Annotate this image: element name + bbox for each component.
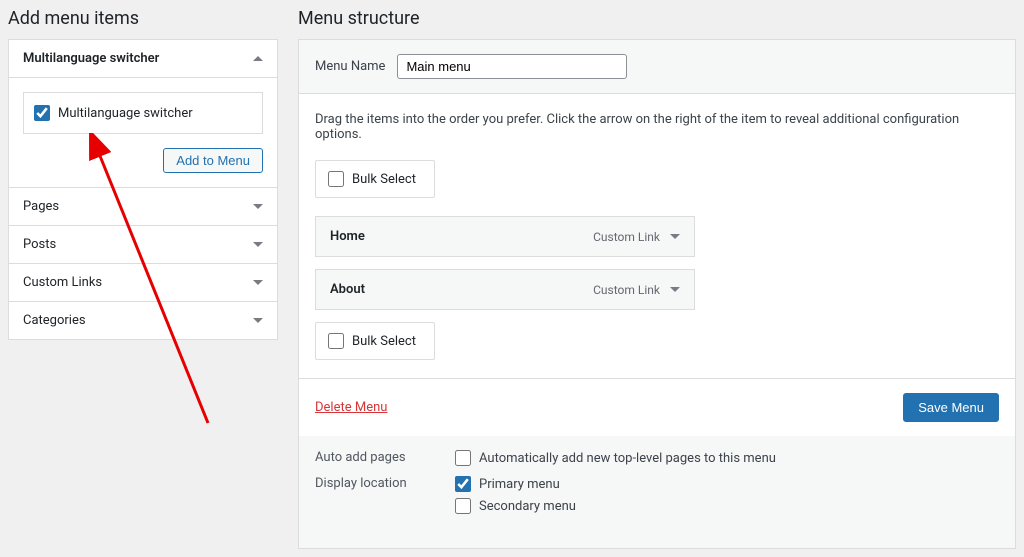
bulk-select-label: Bulk Select bbox=[352, 172, 416, 187]
location-primary[interactable]: Primary menu bbox=[455, 476, 576, 492]
menu-name-input[interactable] bbox=[397, 54, 627, 79]
accordion-custom-links[interactable]: Custom Links bbox=[9, 263, 277, 301]
menu-body: Drag the items into the order you prefer… bbox=[299, 94, 1015, 378]
accordion-title: Posts bbox=[23, 237, 56, 252]
menu-item-about[interactable]: About Custom Link bbox=[315, 269, 695, 310]
menu-header: Menu Name bbox=[299, 40, 1015, 94]
chevron-down-icon[interactable] bbox=[670, 287, 680, 292]
accordion-pages[interactable]: Pages bbox=[9, 187, 277, 225]
menu-item-type: Custom Link bbox=[593, 230, 680, 244]
multilanguage-switcher-checkbox[interactable] bbox=[34, 105, 50, 121]
accordion-title: Multilanguage switcher bbox=[23, 51, 159, 66]
menu-item-label: Home bbox=[330, 229, 365, 244]
primary-menu-checkbox[interactable] bbox=[455, 476, 471, 492]
auto-add-option[interactable]: Automatically add new top-level pages to… bbox=[455, 450, 776, 466]
accordion-title: Pages bbox=[23, 199, 59, 214]
accordion-body: Multilanguage switcher Add to Menu bbox=[9, 77, 277, 187]
chevron-down-icon bbox=[253, 242, 263, 247]
bulk-select-bottom[interactable]: Bulk Select bbox=[315, 322, 435, 360]
accordion-panel: Multilanguage switcher Multilanguage swi… bbox=[8, 39, 278, 340]
auto-add-checkbox[interactable] bbox=[455, 450, 471, 466]
location-secondary[interactable]: Secondary menu bbox=[455, 498, 576, 514]
bulk-select-top[interactable]: Bulk Select bbox=[315, 160, 435, 198]
bulk-select-checkbox[interactable] bbox=[328, 333, 344, 349]
bulk-select-checkbox[interactable] bbox=[328, 171, 344, 187]
accordion-posts[interactable]: Posts bbox=[9, 225, 277, 263]
menu-footer: Delete Menu Save Menu bbox=[299, 378, 1015, 436]
accordion-multilanguage-switcher[interactable]: Multilanguage switcher bbox=[9, 40, 277, 77]
chevron-down-icon bbox=[253, 204, 263, 209]
menu-item-type: Custom Link bbox=[593, 283, 680, 297]
delete-menu-link[interactable]: Delete Menu bbox=[315, 400, 387, 415]
chevron-down-icon bbox=[253, 280, 263, 285]
display-location-label: Display location bbox=[315, 476, 455, 491]
menu-structure-frame: Menu Name Drag the items into the order … bbox=[298, 39, 1016, 549]
accordion-title: Categories bbox=[23, 313, 86, 328]
accordion-categories[interactable]: Categories bbox=[9, 301, 277, 339]
secondary-menu-checkbox[interactable] bbox=[455, 498, 471, 514]
chevron-up-icon bbox=[253, 56, 263, 61]
menu-settings: Auto add pages Automatically add new top… bbox=[299, 436, 1015, 548]
multilanguage-switcher-option[interactable]: Multilanguage switcher bbox=[23, 92, 263, 134]
accordion-title: Custom Links bbox=[23, 275, 102, 290]
chevron-down-icon[interactable] bbox=[670, 234, 680, 239]
menu-structure-heading: Menu structure bbox=[298, 8, 1016, 29]
chevron-down-icon bbox=[253, 318, 263, 323]
instructions-text: Drag the items into the order you prefer… bbox=[315, 112, 999, 142]
menu-item-home[interactable]: Home Custom Link bbox=[315, 216, 695, 257]
menu-item-label: About bbox=[330, 282, 365, 297]
menu-name-label: Menu Name bbox=[315, 59, 385, 74]
add-to-menu-button[interactable]: Add to Menu bbox=[163, 148, 263, 173]
bulk-select-label: Bulk Select bbox=[352, 334, 416, 349]
save-menu-button[interactable]: Save Menu bbox=[903, 393, 999, 422]
checkbox-label: Multilanguage switcher bbox=[58, 106, 193, 121]
add-items-heading: Add menu items bbox=[8, 8, 278, 29]
auto-add-label: Auto add pages bbox=[315, 450, 455, 465]
